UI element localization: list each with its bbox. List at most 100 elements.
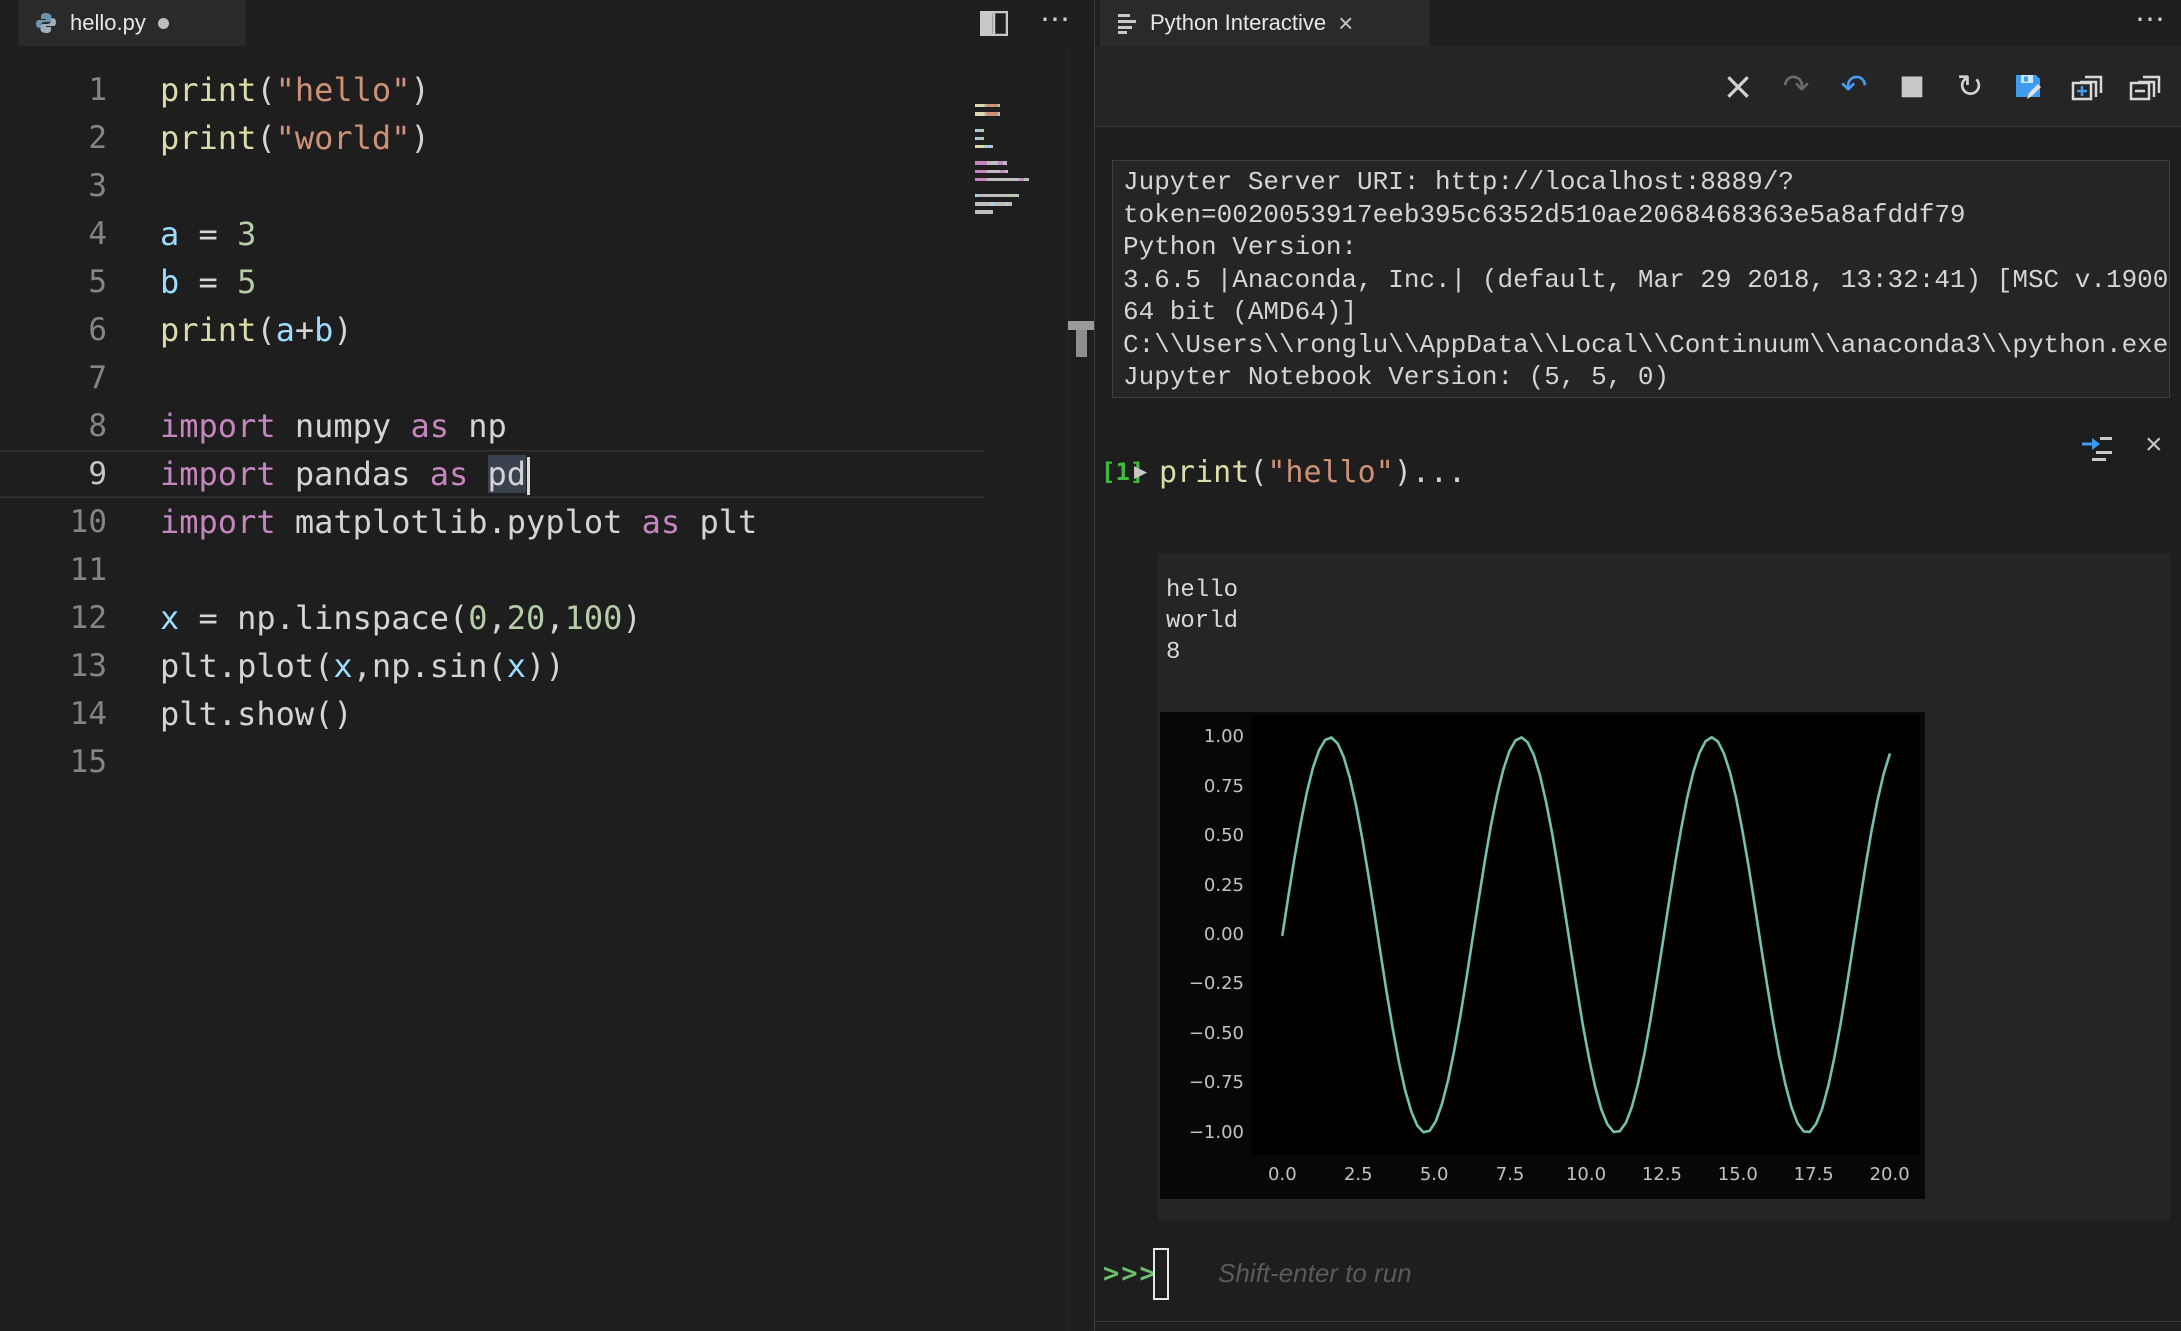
redo-button[interactable]: ↷ <box>1779 69 1813 103</box>
jupyter-server-info: Jupyter Server URI: http://localhost:888… <box>1112 160 2170 398</box>
goto-input-icon[interactable] <box>2080 432 2114 464</box>
y-tick-label: 0.75 <box>1203 775 1244 797</box>
server-info-line: 3.6.5 |Anaconda, Inc.| (default, Mar 29 … <box>1123 264 2169 295</box>
editor-line-11[interactable]: 11 <box>0 546 985 594</box>
server-info-line: Python Version: <box>1123 232 1358 262</box>
interactive-window-icon <box>1116 12 1138 34</box>
clear-cells-button[interactable]: × <box>1721 67 1755 105</box>
interrupt-kernel-button[interactable]: ■ <box>1895 69 1929 103</box>
editor-line-9[interactable]: 9 import pandas as pd <box>0 450 985 498</box>
collapse-all-cells-button[interactable] <box>2127 69 2161 103</box>
line-number: 15 <box>69 744 107 780</box>
line-number: 8 <box>88 408 107 444</box>
panel-bottom-border <box>1095 1321 2181 1322</box>
x-tick-label: 2.5 <box>1343 1164 1373 1185</box>
server-info-line: C:\\Users\\ronglu\\AppData\\Local\\Conti… <box>1123 329 2169 360</box>
line-number: 7 <box>88 360 107 396</box>
sine-plot <box>1252 715 1920 1155</box>
repl-caret[interactable] <box>1153 1248 1169 1300</box>
repl-input-placeholder[interactable]: Shift-enter to run <box>1218 1258 1412 1289</box>
editor-line-10[interactable]: 10 import matplotlib.pyplot as plt <box>0 498 985 546</box>
line-number: 10 <box>69 504 107 540</box>
editor-line-1[interactable]: 1 print("hello") <box>0 66 985 114</box>
server-info-line: Jupyter Notebook Version: (5, 5, 0) <box>1123 362 1670 392</box>
tab-title: hello.py <box>70 10 146 35</box>
y-tick-label: 0.00 <box>1203 924 1244 945</box>
editor-line-2[interactable]: 2 print("world") <box>0 114 985 162</box>
expand-all-cells-button[interactable] <box>2069 69 2103 103</box>
editor-more-actions-icon[interactable]: ⋯ <box>1040 2 1072 37</box>
editor-line-3[interactable]: 3 <box>0 162 985 210</box>
stdout-line: world <box>1166 608 1239 635</box>
editor-gutter-line <box>1067 46 1068 1331</box>
line-number: 4 <box>88 216 107 252</box>
line-number: 14 <box>69 696 107 732</box>
split-editor-icon[interactable] <box>980 11 1008 36</box>
panel-more-actions-icon[interactable]: ⋯ <box>2135 2 2167 37</box>
panel-tab-bar: Python Interactive × ⋯ <box>1095 0 2181 46</box>
line-number: 6 <box>88 312 107 348</box>
vscode-window: hello.py ⋯ 1 print("hello") 2 print("world"… <box>0 0 2181 1331</box>
line-number: 12 <box>69 600 107 636</box>
x-tick-label: 5.0 <box>1419 1164 1449 1185</box>
y-tick-label: −0.50 <box>1188 1022 1244 1044</box>
x-tick-label: 10.0 <box>1565 1164 1607 1185</box>
sash-handle-stem[interactable] <box>1076 330 1087 357</box>
server-info-line: 64 bit (AMD64)] <box>1123 297 1358 327</box>
editor-tab-bar: hello.py ⋯ <box>0 0 1095 46</box>
tab-python-interactive[interactable]: Python Interactive × <box>1100 0 1430 46</box>
y-tick-label: 0.50 <box>1203 825 1244 847</box>
x-tick-label: 12.5 <box>1641 1164 1682 1185</box>
editor-line-7[interactable]: 7 <box>0 354 985 402</box>
minimap[interactable] <box>975 104 1053 227</box>
line-number: 3 <box>88 168 107 204</box>
x-tick-label: 17.5 <box>1793 1164 1834 1185</box>
server-info-line: token=0020053917eeb395c6352d510ae2068468… <box>1123 199 1966 230</box>
close-icon[interactable]: × <box>2145 428 2163 462</box>
sash-handle[interactable] <box>1068 321 1094 330</box>
tab-title: Python Interactive <box>1150 10 1327 35</box>
undo-button[interactable]: ↶ <box>1837 69 1871 103</box>
server-info-line: Jupyter Server URI: http://localhost:888… <box>1123 167 1794 197</box>
stdout-line: hello <box>1166 577 1239 604</box>
line-number: 1 <box>88 72 107 108</box>
editor-line-4[interactable]: 4a = 3 <box>0 210 985 258</box>
matplotlib-figure: 1.00 0.75 0.50 0.25 0.00 −0.25 −0.50 −0.75 −1.00… <box>1160 712 1925 1199</box>
run-marker-icon[interactable]: ▶ <box>1134 462 1147 482</box>
y-tick-label: −0.75 <box>1188 1072 1244 1094</box>
editor-line-13[interactable]: 13 plt.plot(x,np.sin(x)) <box>0 642 985 690</box>
text-cursor <box>527 457 531 495</box>
python-file-icon <box>34 11 58 35</box>
close-icon[interactable]: × <box>1338 10 1353 36</box>
cell-code-summary[interactable]: print("hello")... <box>1159 455 1466 490</box>
python-interactive-panel: Python Interactive × ⋯ × ↷ ↶ ■ ↻ Jupyter… <box>1095 0 2181 1331</box>
x-tick-label: 15.0 <box>1717 1164 1758 1185</box>
editor-line-12[interactable]: 12 x = np.linspace(0,20,100) <box>0 594 985 642</box>
line-number: 9 <box>88 456 107 492</box>
editor-line-6[interactable]: 6 print(a+b) <box>0 306 985 354</box>
modified-dot-icon[interactable] <box>157 17 169 29</box>
editor-line-5[interactable]: 5b = 5 <box>0 258 985 306</box>
editor-line-14[interactable]: 14 plt.show() <box>0 690 985 738</box>
editor-line-8[interactable]: 8 import numpy as np <box>0 402 985 450</box>
tab-hello-py[interactable]: hello.py <box>18 0 246 46</box>
line-number: 5 <box>88 264 107 300</box>
x-tick-label: 20.0 <box>1869 1164 1910 1185</box>
line-number: 13 <box>69 648 107 684</box>
interactive-toolbar: × ↷ ↶ ■ ↻ <box>1095 46 2181 126</box>
repl-prompt: >>> <box>1103 1258 1158 1289</box>
y-tick-label: −1.00 <box>1188 1121 1244 1143</box>
cell-output: hello world 8 1.00 0.75 0.50 0.25 0.00 −0.25 −0.… <box>1158 553 2170 1220</box>
y-tick-label: 0.25 <box>1203 874 1244 896</box>
stdout-text: hello world 8 <box>1158 553 2170 668</box>
line-number: 11 <box>69 552 107 588</box>
editor-line-15[interactable]: 15 <box>0 738 985 786</box>
code-editor[interactable]: 1 print("hello") 2 print("world") 3 4 a = 35b … <box>0 46 1095 1331</box>
editor-lines: 1 print("hello") 2 print("world") 3 4 a = 35b … <box>0 66 985 786</box>
line-number: 2 <box>88 120 107 156</box>
x-tick-label: 7.5 <box>1495 1164 1525 1185</box>
save-as-notebook-button[interactable] <box>2011 69 2045 103</box>
toolbar-separator <box>1095 126 2181 127</box>
restart-kernel-button[interactable]: ↻ <box>1953 69 1987 103</box>
stdout-line: 8 <box>1166 639 1181 666</box>
